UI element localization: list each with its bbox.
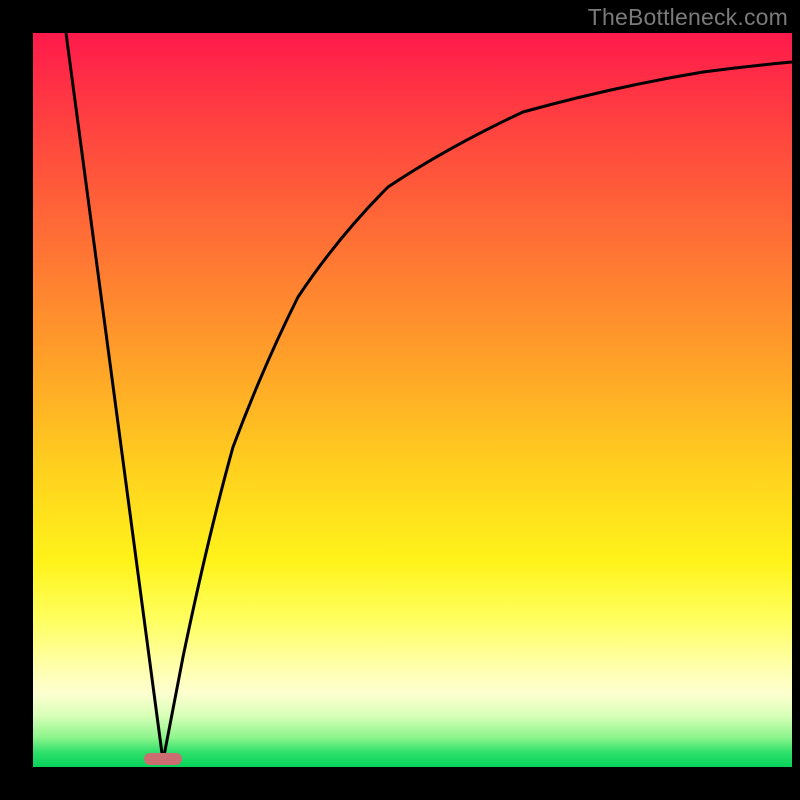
chart-plot-area — [33, 33, 792, 767]
left-line — [66, 33, 163, 761]
right-curve — [163, 62, 792, 761]
watermark-text: TheBottleneck.com — [588, 4, 788, 31]
chart-curves — [33, 33, 792, 767]
chart-frame: TheBottleneck.com — [0, 0, 800, 800]
trough-marker — [144, 753, 182, 765]
